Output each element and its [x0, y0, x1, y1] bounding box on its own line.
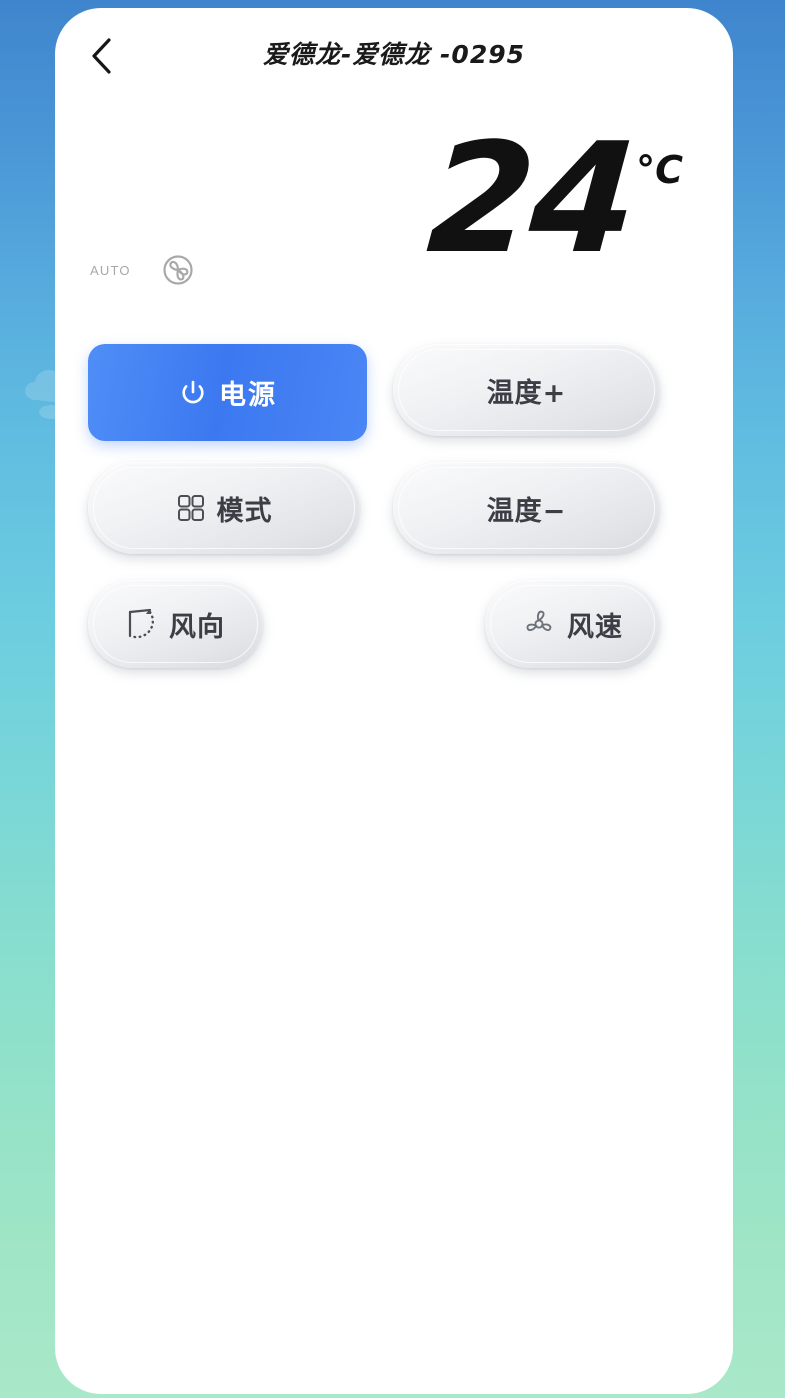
- auto-swirl-icon: [163, 255, 193, 285]
- power-icon: [182, 380, 204, 403]
- remote-card: 爱德龙-爱德龙 -0295 24 °C AUTO 电源 温度+ 模式 温度− 风…: [55, 8, 733, 1394]
- power-button[interactable]: 电源: [88, 344, 367, 441]
- page-title: 爱德龙-爱德龙 -0295: [262, 40, 526, 69]
- control-panel: 电源 温度+ 模式 温度− 风向 风速: [55, 338, 733, 692]
- control-row-1: 电源 温度+: [55, 338, 733, 456]
- swing-louver-icon: [128, 608, 155, 639]
- temperature-down-button[interactable]: 温度−: [393, 462, 660, 554]
- grid-icon: [177, 495, 204, 521]
- temperature-down-label: 温度−: [486, 495, 567, 527]
- fan-speed-button[interactable]: 风速: [485, 580, 660, 668]
- control-row-3: 风向 风速: [55, 574, 733, 692]
- mode-button-label: 模式: [216, 495, 273, 527]
- auto-mode-label: AUTO: [90, 262, 131, 278]
- temperature-up-button[interactable]: 温度+: [393, 344, 660, 436]
- swing-button-label: 风向: [169, 611, 225, 643]
- temperature-value: 24: [422, 110, 639, 287]
- power-button-label: 电源: [219, 380, 277, 411]
- temperature-unit: °C: [636, 148, 683, 192]
- control-row-2: 模式 温度−: [55, 456, 733, 574]
- temperature-up-label: 温度+: [486, 377, 567, 409]
- fan-speed-label: 风速: [567, 611, 623, 643]
- fan-blade-icon: [526, 610, 552, 632]
- swing-button[interactable]: 风向: [88, 580, 263, 668]
- mode-indicator: AUTO: [90, 253, 195, 287]
- app-header: 爱德龙-爱德龙 -0295: [55, 8, 733, 100]
- mode-button[interactable]: 模式: [88, 462, 360, 554]
- temperature-display: 24 °C: [422, 110, 683, 287]
